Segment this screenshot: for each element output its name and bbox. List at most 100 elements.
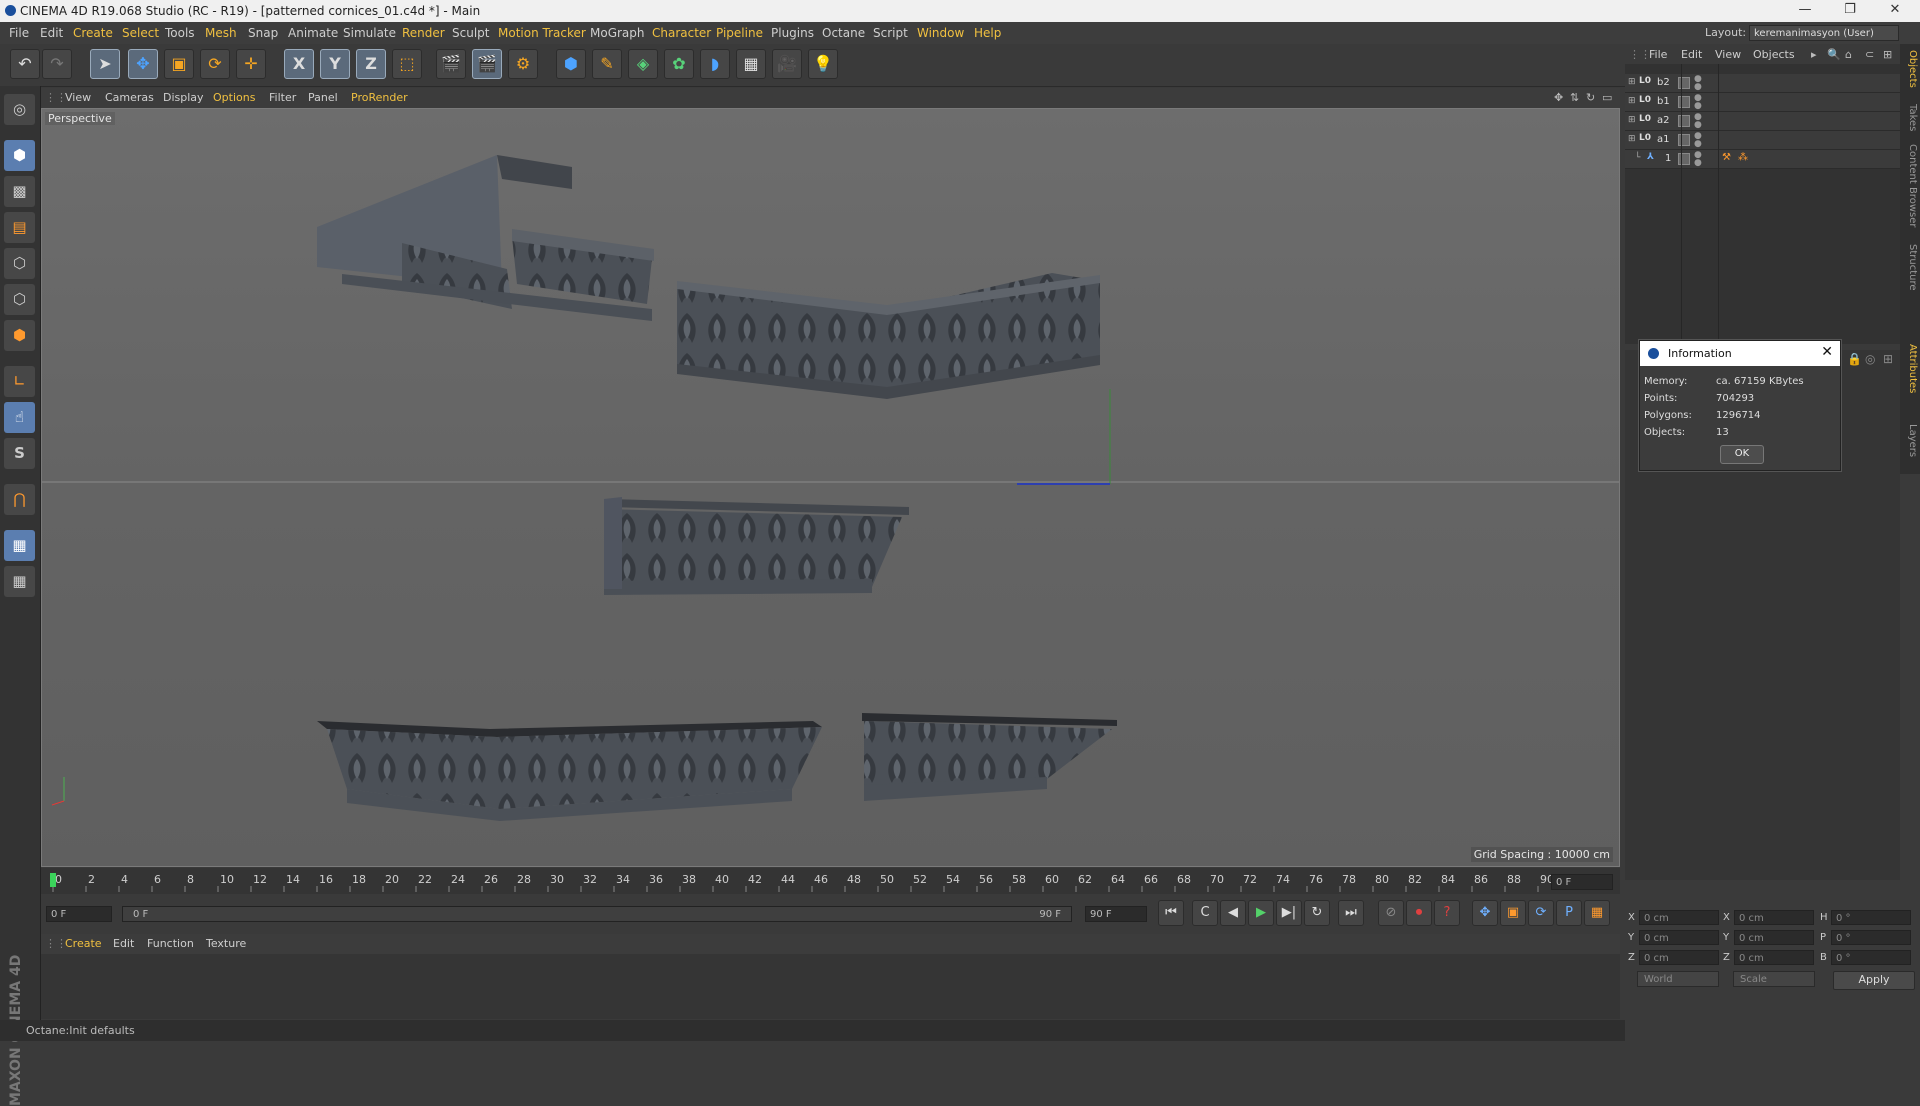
layer-tag-icon[interactable] <box>1678 96 1690 108</box>
viewport-zoom-icon[interactable]: ⇅ <box>1570 91 1579 104</box>
recent-tool-icon[interactable]: ✛ <box>236 49 266 79</box>
layer-tag-icon[interactable] <box>1678 134 1690 146</box>
apply-button[interactable]: Apply <box>1833 971 1915 990</box>
material-menu-edit[interactable]: Edit <box>113 937 134 950</box>
phong-tag-icon[interactable]: ⁂ <box>1738 152 1748 163</box>
subdivision-surface-icon[interactable]: ◈ <box>628 49 658 79</box>
size-y-field[interactable]: 0 cm <box>1734 930 1814 945</box>
viewport-rotate-icon[interactable]: ↻ <box>1586 91 1595 104</box>
make-editable-icon[interactable]: ◎ <box>4 94 35 125</box>
expand-icon[interactable]: ⊞ <box>1628 134 1636 144</box>
close-window-button[interactable]: ✕ <box>1875 2 1915 17</box>
planar-workplane-icon[interactable]: ▦ <box>4 566 35 597</box>
menu-snap[interactable]: Snap <box>248 26 278 40</box>
layer-tag-icon[interactable] <box>1678 77 1690 89</box>
visibility-dots-icon[interactable]: ● ● <box>1694 151 1702 168</box>
layout-select[interactable]: keremanimasyon (User) <box>1749 25 1899 41</box>
object-name[interactable]: 1 <box>1665 153 1671 164</box>
cloner-icon[interactable]: ✿ <box>664 49 694 79</box>
coord-mode-dropdown[interactable]: World <box>1637 971 1719 987</box>
redo-icon[interactable]: ↷ <box>42 49 72 79</box>
polygons-mode-icon[interactable]: ⬢ <box>4 320 35 351</box>
next-keyframe-icon[interactable]: ↻ <box>1304 900 1330 926</box>
object-name[interactable]: b1 <box>1657 96 1670 107</box>
floor-icon[interactable]: ▦ <box>736 49 766 79</box>
expand-icon[interactable]: ⊞ <box>1628 96 1636 106</box>
material-tag-icon[interactable]: ⚒ <box>1722 152 1731 163</box>
size-z-field[interactable]: 0 cm <box>1734 950 1814 965</box>
pos-z-field[interactable]: 0 cm <box>1639 950 1719 965</box>
autokey-icon[interactable]: ⏺ <box>1406 900 1432 926</box>
key-rotation-icon[interactable]: ⟳ <box>1528 900 1554 926</box>
scale-tool-icon[interactable]: ▣ <box>164 49 194 79</box>
key-position-icon[interactable]: ✥ <box>1472 900 1498 926</box>
light-icon[interactable]: 💡 <box>808 49 838 79</box>
menu-render[interactable]: Render <box>402 26 445 40</box>
rot-b-field[interactable]: 0 ° <box>1831 950 1911 965</box>
attr-new-window-icon[interactable]: ⊞ <box>1883 352 1893 366</box>
ok-button[interactable]: OK <box>1720 445 1764 464</box>
current-frame-field[interactable]: 0 F <box>1551 874 1613 890</box>
snap-icon[interactable]: ⋂ <box>4 484 35 515</box>
expand-icon[interactable]: ⊞ <box>1628 115 1636 125</box>
objects-menu-edit[interactable]: Edit <box>1681 48 1702 61</box>
z-axis-lock-button[interactable]: Z <box>356 49 386 79</box>
restore-button[interactable]: ❐ <box>1830 2 1870 17</box>
menu-mograph[interactable]: MoGraph <box>590 26 645 40</box>
tab-layers[interactable]: Layers <box>1902 424 1918 457</box>
object-row-1[interactable]: └ ⅄ 1 ● ● ⚒ ⁂ <box>1625 150 1900 169</box>
viewport-menu-cameras[interactable]: Cameras <box>105 91 154 104</box>
start-frame-field[interactable]: 0 F <box>46 906 112 922</box>
object-row-b1[interactable]: ⊞ L0 b1 ● ● <box>1625 93 1900 112</box>
y-axis-lock-button[interactable]: Y <box>320 49 350 79</box>
key-pla-icon[interactable]: ▦ <box>1584 900 1610 926</box>
pos-y-field[interactable]: 0 cm <box>1639 930 1719 945</box>
object-name[interactable]: b2 <box>1657 77 1670 88</box>
deformer-icon[interactable]: ◗ <box>700 49 730 79</box>
pen-spline-icon[interactable]: ✎ <box>592 49 622 79</box>
visibility-dots-icon[interactable]: ● ● <box>1694 75 1702 92</box>
workplane-mode-icon[interactable]: ▤ <box>4 212 35 243</box>
menu-motion-tracker[interactable]: Motion Tracker <box>498 26 586 40</box>
objects-search-icon[interactable]: 🔍 <box>1827 48 1841 61</box>
object-name[interactable]: a2 <box>1657 115 1670 126</box>
attr-target-icon[interactable]: ◎ <box>1865 352 1875 366</box>
x-axis-lock-button[interactable]: X <box>284 49 314 79</box>
timeline-ruler[interactable]: 0 2 4 6 8 10 12 14 16 18 20 22 24 26 28 30 32 34 36 38 40 42 4… <box>41 868 1620 894</box>
object-row-a1[interactable]: ⊞ L0 a1 ● ● <box>1625 131 1900 150</box>
axis-mode-icon[interactable]: ∟ <box>4 366 35 397</box>
coord-scale-dropdown[interactable]: Scale <box>1733 971 1815 987</box>
menu-plugins[interactable]: Plugins <box>771 26 814 40</box>
menu-octane[interactable]: Octane <box>822 26 865 40</box>
viewport-menu-options[interactable]: Options <box>213 91 255 104</box>
object-row-b2[interactable]: ⊞ L0 b2 ● ● <box>1625 74 1900 93</box>
rot-p-field[interactable]: 0 ° <box>1831 930 1911 945</box>
render-settings-icon[interactable]: ⚙ <box>508 49 538 79</box>
rot-h-field[interactable]: 0 ° <box>1831 910 1911 925</box>
viewport-move-icon[interactable]: ✥ <box>1554 91 1563 104</box>
size-x-field[interactable]: 0 cm <box>1734 910 1814 925</box>
objects-menu-objects[interactable]: Objects <box>1753 48 1795 61</box>
attr-lock-icon[interactable]: 🔒 <box>1847 352 1862 366</box>
object-name[interactable]: a1 <box>1657 134 1670 145</box>
play-icon[interactable]: ▶ <box>1248 900 1274 926</box>
coordinate-system-icon[interactable]: ⬚ <box>392 49 422 79</box>
tab-takes[interactable]: Takes <box>1902 104 1918 131</box>
previous-frame-icon[interactable]: ◀ <box>1220 900 1246 926</box>
end-frame-field[interactable]: 90 F <box>1085 906 1147 922</box>
objects-new-window-icon[interactable]: ⊞ <box>1883 48 1892 61</box>
undo-icon[interactable]: ↶ <box>10 49 40 79</box>
key-parameter-icon[interactable]: P <box>1556 900 1582 926</box>
menu-select[interactable]: Select <box>122 26 159 40</box>
menu-tools[interactable]: Tools <box>165 26 195 40</box>
go-to-end-icon[interactable]: ⏭ <box>1338 900 1364 926</box>
menu-character[interactable]: Character <box>652 26 711 40</box>
camera-icon[interactable]: 🎥 <box>772 49 802 79</box>
object-row-a2[interactable]: ⊞ L0 a2 ● ● <box>1625 112 1900 131</box>
menu-file[interactable]: File <box>9 26 29 40</box>
objects-expand-icon[interactable]: ▸ <box>1811 48 1817 61</box>
tab-attributes[interactable]: Attributes <box>1902 344 1918 393</box>
minimize-button[interactable]: — <box>1785 2 1825 17</box>
texture-mode-icon[interactable]: ▩ <box>4 176 35 207</box>
visibility-dots-icon[interactable]: ● ● <box>1694 132 1702 149</box>
